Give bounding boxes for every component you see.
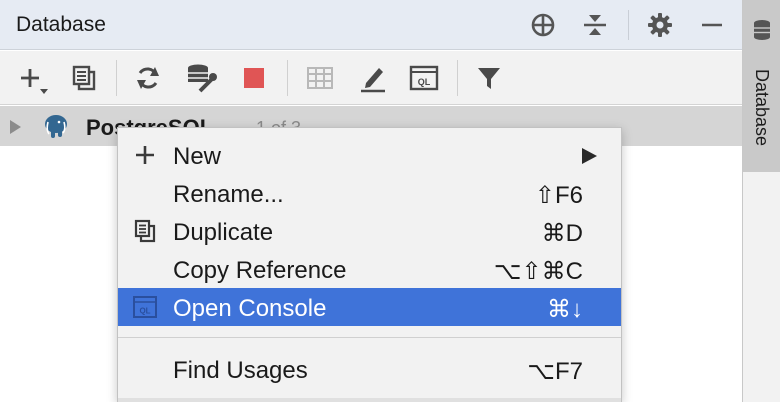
menu-item-find-usages[interactable]: Find Usages ⌥F7 <box>118 350 621 388</box>
menu-item-duplicate[interactable]: Duplicate ⌘D <box>118 212 621 250</box>
context-menu: New Rename... ⇧F6 Duplicate ⌘D Copy Refe… <box>117 127 622 402</box>
menu-item-shortcut: ⌘↓ <box>547 296 583 323</box>
refresh-icon[interactable] <box>130 60 166 96</box>
menu-item-label: Copy Reference <box>173 257 347 284</box>
menu-item-label: Open Console <box>173 295 327 322</box>
console-icon: QL <box>132 294 158 320</box>
submenu-arrow-icon <box>582 148 597 164</box>
menu-item-shortcut: ⌥F7 <box>527 358 583 385</box>
menu-item-label: Find Usages <box>173 357 308 384</box>
menu-item-new[interactable]: New <box>118 136 621 174</box>
menu-item-label: New <box>173 143 222 170</box>
toolbar-separator <box>457 60 458 96</box>
header-separator <box>628 10 629 40</box>
menu-item-shortcut: ⌥⇧⌘C <box>493 258 583 285</box>
table-icon[interactable] <box>302 60 338 96</box>
tool-window-header: Database <box>0 0 742 50</box>
duplicate-icon <box>132 218 158 244</box>
filter-icon[interactable] <box>471 60 507 96</box>
toolbar-separator <box>287 60 288 96</box>
menu-item-shortcut: ⇧F6 <box>534 182 583 209</box>
menu-item-shortcut: ⌘D <box>541 220 583 247</box>
right-tool-strip: Database <box>742 0 780 402</box>
menu-item-copy-reference[interactable]: Copy Reference ⌥⇧⌘C <box>118 250 621 288</box>
minimize-icon[interactable] <box>695 8 729 42</box>
edit-icon[interactable] <box>355 60 391 96</box>
expand-arrow-icon[interactable] <box>10 120 21 134</box>
stop-icon[interactable] <box>236 60 272 96</box>
menu-item-open-console[interactable]: QL Open Console ⌘↓ <box>118 288 621 326</box>
panel-title: Database <box>16 13 106 36</box>
gear-icon[interactable] <box>643 8 677 42</box>
database-side-tab[interactable]: Database <box>743 0 780 172</box>
duplicate-icon[interactable] <box>66 60 102 96</box>
menu-item-label: Rename... <box>173 181 284 208</box>
database-icon <box>752 18 772 47</box>
menu-item-rename[interactable]: Rename... ⇧F6 <box>118 174 621 212</box>
data-source-properties-icon[interactable] <box>184 60 220 96</box>
crosshair-icon[interactable] <box>526 8 560 42</box>
svg-text:QL: QL <box>418 77 431 87</box>
menu-separator <box>118 337 621 338</box>
menu-item-label: Duplicate <box>173 219 274 246</box>
postgresql-elephant-icon <box>42 114 70 145</box>
side-tab-label: Database <box>752 68 773 146</box>
console-icon[interactable]: QL <box>406 60 442 96</box>
menu-bottom-edge <box>118 398 621 402</box>
svg-text:QL: QL <box>139 307 150 316</box>
add-icon[interactable] <box>14 60 50 96</box>
database-toolbar: QL <box>0 51 742 105</box>
plus-icon <box>132 142 158 168</box>
collapse-icon[interactable] <box>578 8 612 42</box>
toolbar-separator <box>116 60 117 96</box>
